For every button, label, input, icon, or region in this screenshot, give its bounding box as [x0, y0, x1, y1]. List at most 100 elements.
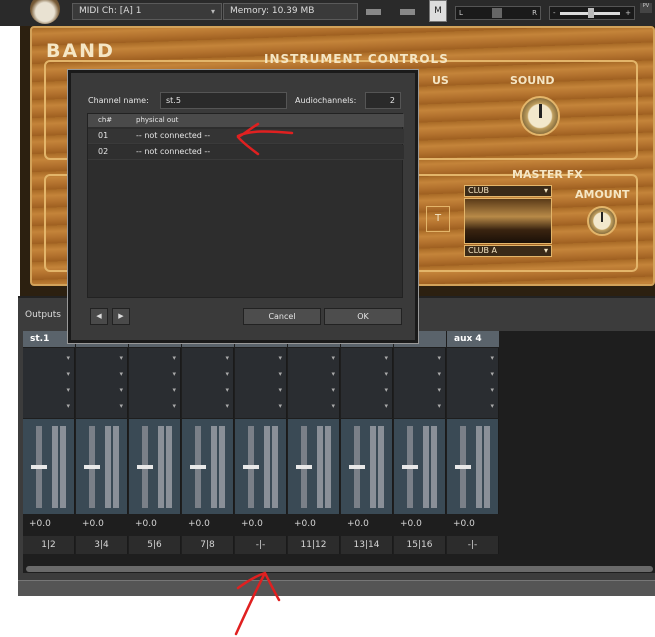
output-volume-value[interactable]: +0.0	[129, 515, 181, 533]
fx-subpreset-select[interactable]: CLUB A ▾	[464, 245, 552, 257]
chevron-down-icon[interactable]: ▾	[119, 354, 123, 362]
chevron-down-icon[interactable]: ▾	[278, 386, 282, 394]
output-volume-value[interactable]: +0.0	[76, 515, 128, 533]
chevron-down-icon[interactable]: ▾	[490, 386, 494, 394]
chevron-down-icon[interactable]: ▾	[490, 402, 494, 410]
fader-handle[interactable]	[137, 465, 153, 469]
fx-preset-select[interactable]: CLUB ▾	[464, 185, 552, 197]
mute-button[interactable]: M	[429, 0, 447, 22]
output-strips-area: st.1 ▾ ▾ ▾ ▾ +0.0 1|2 ▾ ▾ ▾ ▾ +0.0 3|4 ▾ ▾ ▾ ▾ +0.0 5|6 ▾ ▾ ▾…	[23, 331, 655, 573]
fader-handle[interactable]	[31, 465, 47, 469]
fader-handle[interactable]	[243, 465, 259, 469]
chevron-down-icon[interactable]: ▾	[437, 402, 441, 410]
volume-slider[interactable]: - +	[549, 6, 635, 20]
level-meter-right	[166, 426, 172, 508]
output-volume-value[interactable]: +0.0	[182, 515, 234, 533]
chevron-down-icon[interactable]: ▾	[225, 386, 229, 394]
fader-area	[447, 419, 499, 514]
chevron-down-icon[interactable]: ▾	[278, 354, 282, 362]
amount-label: AMOUNT	[575, 188, 630, 201]
chevron-down-icon[interactable]: ▾	[437, 354, 441, 362]
fader-handle[interactable]	[349, 465, 365, 469]
chevron-down-icon[interactable]: ▾	[331, 370, 335, 378]
volume-handle[interactable]	[588, 8, 594, 18]
chevron-down-icon[interactable]: ▾	[278, 370, 282, 378]
output-routing-select[interactable]: 13|14	[341, 536, 393, 554]
audiochannels-input[interactable]	[365, 92, 401, 109]
level-meter-right	[113, 426, 119, 508]
fader-area	[341, 419, 393, 514]
fader-handle[interactable]	[84, 465, 100, 469]
output-volume-value[interactable]: +0.0	[23, 515, 75, 533]
midi-channel-select[interactable]: MIDI Ch: [A] 1 ▾	[72, 3, 222, 20]
row-physical-out[interactable]: -- not connected --	[136, 131, 210, 140]
chevron-down-icon[interactable]: ▾	[66, 386, 70, 394]
chevron-down-icon[interactable]: ▾	[384, 402, 388, 410]
horizontal-scrollbar[interactable]	[26, 566, 653, 572]
fader-handle[interactable]	[402, 465, 418, 469]
chevron-down-icon[interactable]: ▾	[384, 386, 388, 394]
fx-room-image	[464, 198, 552, 244]
chevron-down-icon[interactable]: ▾	[172, 354, 176, 362]
chevron-down-icon[interactable]: ▾	[331, 386, 335, 394]
output-routing-select[interactable]: 11|12	[288, 536, 340, 554]
output-volume-value[interactable]: +0.0	[288, 515, 340, 533]
routing-dropdowns: ▾ ▾ ▾ ▾	[341, 348, 393, 418]
chevron-down-icon[interactable]: ▾	[225, 402, 229, 410]
previous-page-button[interactable]: ◀	[90, 308, 108, 325]
routing-dropdowns: ▾ ▾ ▾ ▾	[394, 348, 446, 418]
chevron-down-icon[interactable]: ▾	[225, 370, 229, 378]
chevron-down-icon[interactable]: ▾	[437, 370, 441, 378]
table-row[interactable]: 01 -- not connected --	[88, 129, 404, 144]
output-routing-select[interactable]: 7|8	[182, 536, 234, 554]
chevron-down-icon[interactable]: ▾	[172, 402, 176, 410]
chevron-down-icon[interactable]: ▾	[278, 402, 282, 410]
output-routing-select[interactable]: 3|4	[76, 536, 128, 554]
chevron-down-icon[interactable]: ▾	[172, 370, 176, 378]
sound-knob[interactable]	[520, 96, 560, 136]
cancel-button[interactable]: Cancel	[243, 308, 321, 325]
ok-button[interactable]: OK	[324, 308, 402, 325]
chevron-down-icon[interactable]: ▾	[490, 354, 494, 362]
chevron-down-icon[interactable]: ▾	[384, 354, 388, 362]
pan-handle[interactable]	[492, 8, 502, 18]
chevron-down-icon[interactable]: ▾	[119, 402, 123, 410]
chevron-down-icon[interactable]: ▾	[119, 386, 123, 394]
next-page-button[interactable]: ▶	[112, 308, 130, 325]
routing-dropdowns: ▾ ▾ ▾ ▾	[129, 348, 181, 418]
chevron-down-icon[interactable]: ▾	[66, 354, 70, 362]
fader-handle[interactable]	[190, 465, 206, 469]
effect-toggle-button[interactable]: T	[426, 206, 450, 232]
output-volume-value[interactable]: +0.0	[341, 515, 393, 533]
row-physical-out[interactable]: -- not connected --	[136, 147, 210, 156]
chevron-down-icon[interactable]: ▾	[225, 354, 229, 362]
chorus-label: US	[432, 74, 449, 87]
chevron-down-icon[interactable]: ▾	[331, 354, 335, 362]
output-routing-select[interactable]: -|-	[447, 536, 499, 554]
table-row[interactable]: 02 -- not connected --	[88, 145, 404, 160]
level-meter-right	[378, 426, 384, 508]
output-volume-value[interactable]: +0.0	[394, 515, 446, 533]
output-routing-select[interactable]: 5|6	[129, 536, 181, 554]
output-strip-name[interactable]: aux 4	[447, 331, 499, 347]
chevron-down-icon[interactable]: ▾	[331, 402, 335, 410]
chevron-down-icon[interactable]: ▾	[66, 370, 70, 378]
output-routing-select[interactable]: 15|16	[394, 536, 446, 554]
chevron-down-icon[interactable]: ▾	[384, 370, 388, 378]
output-volume-value[interactable]: +0.0	[235, 515, 287, 533]
chevron-down-icon[interactable]: ▾	[490, 370, 494, 378]
output-routing-select[interactable]: -|-	[235, 536, 287, 554]
fader-handle[interactable]	[296, 465, 312, 469]
pan-slider[interactable]: L R	[455, 6, 541, 20]
row-channel: 02	[98, 147, 109, 156]
chevron-down-icon[interactable]: ▾	[66, 402, 70, 410]
chevron-down-icon[interactable]: ▾	[119, 370, 123, 378]
pv-button[interactable]: PV	[640, 3, 652, 13]
fader-handle[interactable]	[455, 465, 471, 469]
chevron-down-icon[interactable]: ▾	[437, 386, 441, 394]
output-volume-value[interactable]: +0.0	[447, 515, 499, 533]
output-routing-select[interactable]: 1|2	[23, 536, 75, 554]
channel-name-input[interactable]	[160, 92, 287, 109]
amount-knob[interactable]	[587, 206, 617, 236]
chevron-down-icon[interactable]: ▾	[172, 386, 176, 394]
